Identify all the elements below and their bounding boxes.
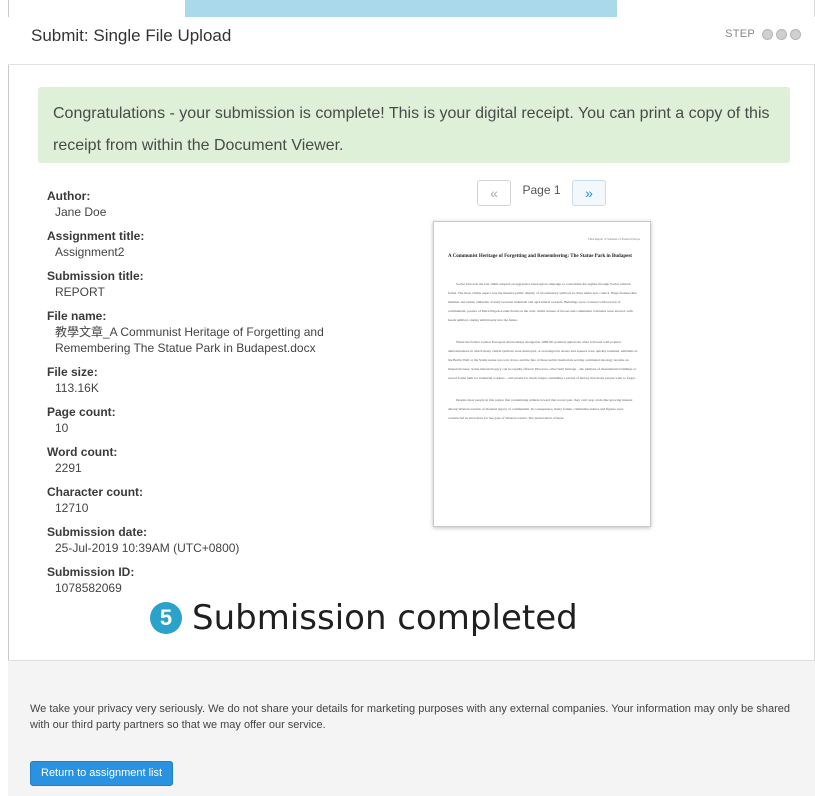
receipt-field-label: Author:: [47, 189, 91, 203]
step-caption-text: Submission completed: [192, 598, 578, 638]
receipt-field: Character count: 12710: [47, 485, 377, 516]
document-paragraph: Soviet Union in the late 1940s adopted a…: [448, 282, 637, 322]
receipt-field-value: 教學文章_A Communist Heritage of Forgetting …: [55, 325, 324, 355]
receipt-details: Author: Jane Doe Assignment title: Assignme…: [47, 189, 377, 605]
receipt-field: File name: 教學文章_A Communist Heritage of F…: [47, 309, 377, 356]
privacy-notice: We take your privacy very seriously. We …: [30, 703, 790, 731]
receipt-field: Submission ID: 1078582069: [47, 565, 377, 596]
document-running-header: Final Report of Students of Eastern Euro…: [588, 237, 640, 241]
receipt-field-value: 113.16K: [55, 381, 99, 395]
receipt-field-value: 12710: [55, 501, 89, 515]
receipt-field-label: Submission date:: [47, 525, 148, 539]
receipt-field-label: Character count:: [47, 485, 144, 499]
receipt-field: Assignment title: Assignment2: [47, 229, 377, 260]
receipt-field-value: REPORT: [55, 285, 105, 299]
page-header: Submit: Single File Upload STEP: [8, 17, 815, 65]
receipt-field: Submission date: 25-Jul-2019 10:39AM (UTC…: [47, 525, 377, 556]
step-indicator: STEP: [725, 28, 801, 40]
receipt-field-label: Word count:: [47, 445, 118, 459]
receipt-field-value: 25-Jul-2019 10:39AM (UTC+0800): [55, 541, 240, 555]
receipt-field-value: Assignment2: [55, 245, 125, 259]
top-tab-decoration: [185, 0, 617, 17]
step-dot-2: [776, 28, 787, 40]
step-caption-overlay: 5 Submission completed: [150, 598, 578, 638]
receipt-field: Word count: 2291: [47, 445, 377, 476]
next-page-button[interactable]: »: [572, 180, 606, 206]
receipt-field-value: Jane Doe: [55, 205, 107, 219]
page-footer: We take your privacy very seriously. We …: [8, 660, 815, 796]
document-title: A Communist Heritage of Forgetting and R…: [448, 254, 632, 259]
receipt-field-value: 1078582069: [55, 581, 122, 595]
receipt-field: Author: Jane Doe: [47, 189, 377, 220]
page-title: Submit: Single File Upload: [31, 26, 232, 45]
receipt-field: Submission title: REPORT: [47, 269, 377, 300]
document-preview[interactable]: Final Report of Students of Eastern Euro…: [433, 221, 651, 527]
step-dot-3: [790, 28, 801, 40]
success-alert: Congratulations - your submission is com…: [38, 87, 790, 163]
receipt-field: Page count: 10: [47, 405, 377, 436]
document-paragraph: When the former Central European dictato…: [448, 340, 638, 380]
step-label: STEP: [725, 28, 755, 40]
step-number-badge: 5: [150, 602, 182, 634]
receipt-field-label: Submission title:: [47, 269, 144, 283]
page-indicator: Page 1: [522, 183, 561, 197]
receipt-field-label: Page count:: [47, 405, 116, 419]
document-paragraph: Despite most people in this region that …: [448, 398, 633, 420]
receipt-field-value: 10: [55, 421, 69, 435]
receipt-field: File size: 113.16K: [47, 365, 377, 396]
return-to-assignment-list-button[interactable]: Return to assignment list: [30, 761, 174, 786]
receipt-field-label: Assignment title:: [47, 229, 145, 243]
receipt-field-label: File name:: [47, 309, 107, 323]
receipt-field-label: File size:: [47, 365, 98, 379]
page-navigation: « Page 1 »: [477, 180, 606, 206]
receipt-field-value: 2291: [55, 461, 82, 475]
step-dot-1: [762, 28, 773, 40]
document-body: Soviet Union in the late 1940s adopted a…: [448, 280, 638, 436]
previous-page-button[interactable]: «: [477, 180, 511, 206]
receipt-field-label: Submission ID:: [47, 565, 135, 579]
